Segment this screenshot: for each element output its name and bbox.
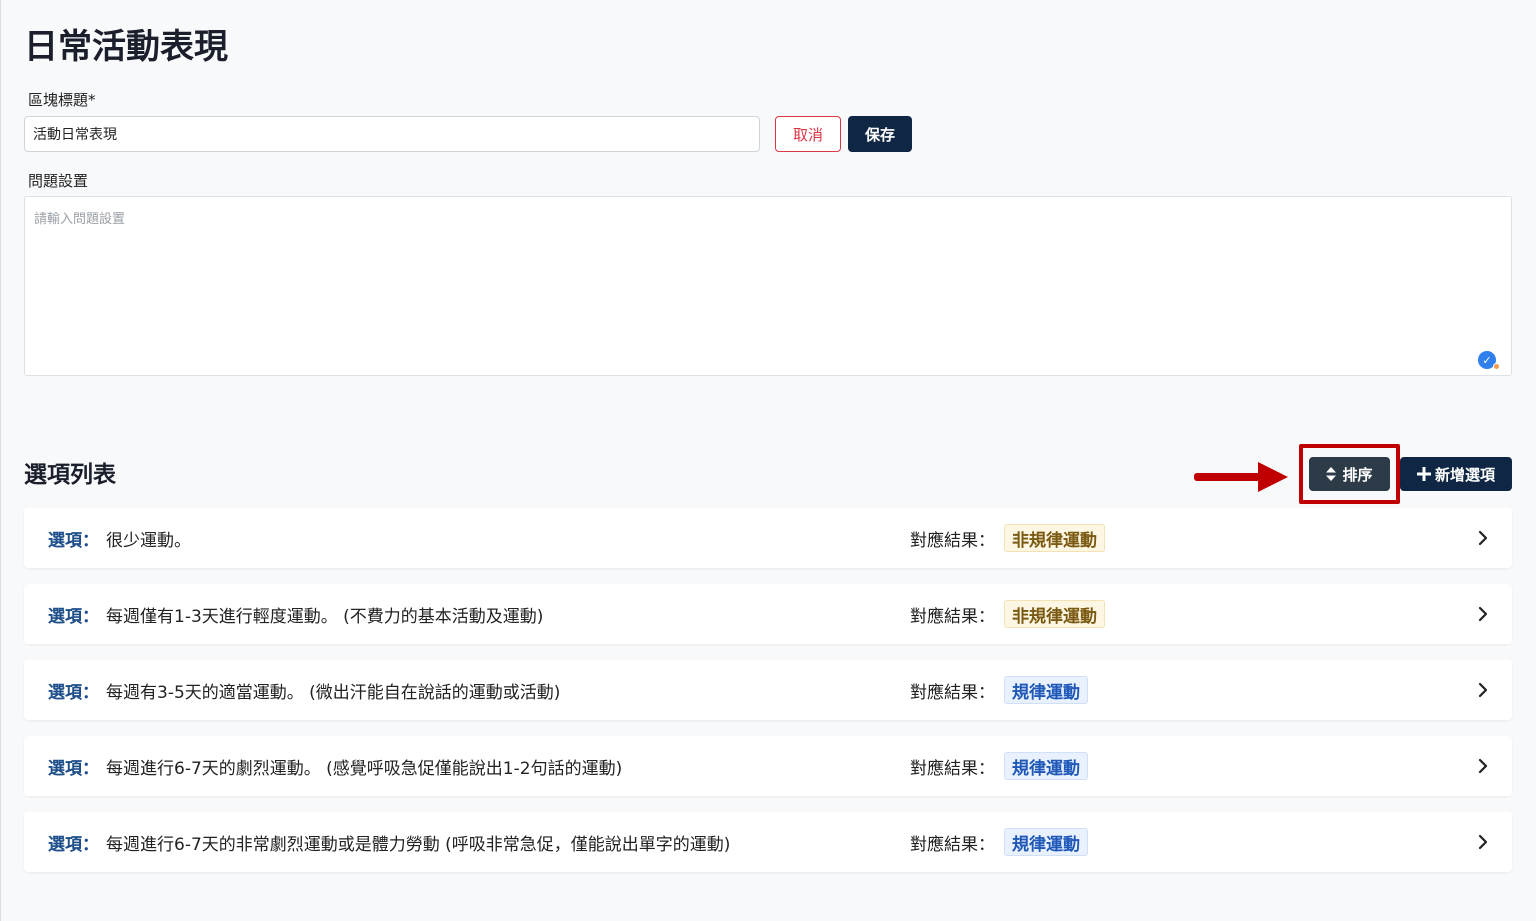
left-border <box>0 0 1 921</box>
option-text: 很少運動。 <box>106 530 191 551</box>
option-row[interactable]: 選項： 每週進行6-7天的劇烈運動。 (感覺呼吸急促僅能說出1-2句話的運動) … <box>24 736 1512 796</box>
grammar-alert-dot <box>1493 363 1500 370</box>
question-textarea[interactable]: 請輸入問題設置 ✓ <box>24 196 1512 376</box>
sort-icon <box>1326 467 1337 481</box>
result-badge: 非規律運動 <box>1004 524 1105 552</box>
chevron-right-icon[interactable] <box>1474 529 1492 547</box>
option-label: 選項： <box>48 758 99 779</box>
result-label: 對應結果： <box>910 834 995 855</box>
question-label: 問題設置 <box>28 172 89 190</box>
chevron-right-icon[interactable] <box>1474 605 1492 623</box>
question-placeholder: 請輸入問題設置 <box>34 212 126 227</box>
option-text: 每週進行6-7天的非常劇烈運動或是體力勞動 (呼吸非常急促，僅能說出單字的運動) <box>106 834 731 855</box>
option-row[interactable]: 選項： 每週進行6-7天的非常劇烈運動或是體力勞動 (呼吸非常急促，僅能說出單字… <box>24 812 1512 872</box>
result-badge: 規律運動 <box>1004 828 1088 856</box>
plus-icon <box>1416 467 1431 481</box>
block-title-input[interactable] <box>24 116 760 152</box>
save-button[interactable]: 保存 <box>848 116 912 152</box>
result-label: 對應結果： <box>910 606 995 627</box>
chevron-right-icon[interactable] <box>1474 681 1492 699</box>
annotation-arrow-icon <box>1194 462 1288 492</box>
add-option-label: 新增選項 <box>1434 465 1495 484</box>
result-badge: 非規律運動 <box>1004 600 1105 628</box>
chevron-right-icon[interactable] <box>1474 833 1492 851</box>
page-title: 日常活動表現 <box>24 27 228 67</box>
option-label: 選項： <box>48 682 99 703</box>
block-title-label: 區塊標題* <box>28 91 96 109</box>
option-row[interactable]: 選項： 每週有3-5天的適當運動。 (微出汗能自在說話的運動或活動) 對應結果：… <box>24 660 1512 720</box>
result-label: 對應結果： <box>910 758 995 779</box>
option-text: 每週有3-5天的適當運動。 (微出汗能自在說話的運動或活動) <box>106 682 561 703</box>
sort-button-label: 排序 <box>1342 465 1373 484</box>
option-label: 選項： <box>48 530 99 551</box>
options-section-title: 選項列表 <box>24 462 116 488</box>
option-label: 選項： <box>48 834 99 855</box>
cancel-button[interactable]: 取消 <box>775 116 841 152</box>
option-label: 選項： <box>48 606 99 627</box>
option-text: 每週進行6-7天的劇烈運動。 (感覺呼吸急促僅能說出1-2句話的運動) <box>106 758 623 779</box>
result-badge: 規律運動 <box>1004 676 1088 704</box>
chevron-right-icon[interactable] <box>1474 757 1492 775</box>
option-row[interactable]: 選項： 每週僅有1-3天進行輕度運動。 (不費力的基本活動及運動) 對應結果： … <box>24 584 1512 644</box>
option-row[interactable]: 選項： 很少運動。 對應結果： 非規律運動 <box>24 508 1512 568</box>
add-option-button[interactable]: 新增選項 <box>1400 457 1512 491</box>
sort-button[interactable]: 排序 <box>1309 457 1390 491</box>
result-label: 對應結果： <box>910 530 995 551</box>
result-badge: 規律運動 <box>1004 752 1088 780</box>
option-text: 每週僅有1-3天進行輕度運動。 (不費力的基本活動及運動) <box>106 606 544 627</box>
result-label: 對應結果： <box>910 682 995 703</box>
